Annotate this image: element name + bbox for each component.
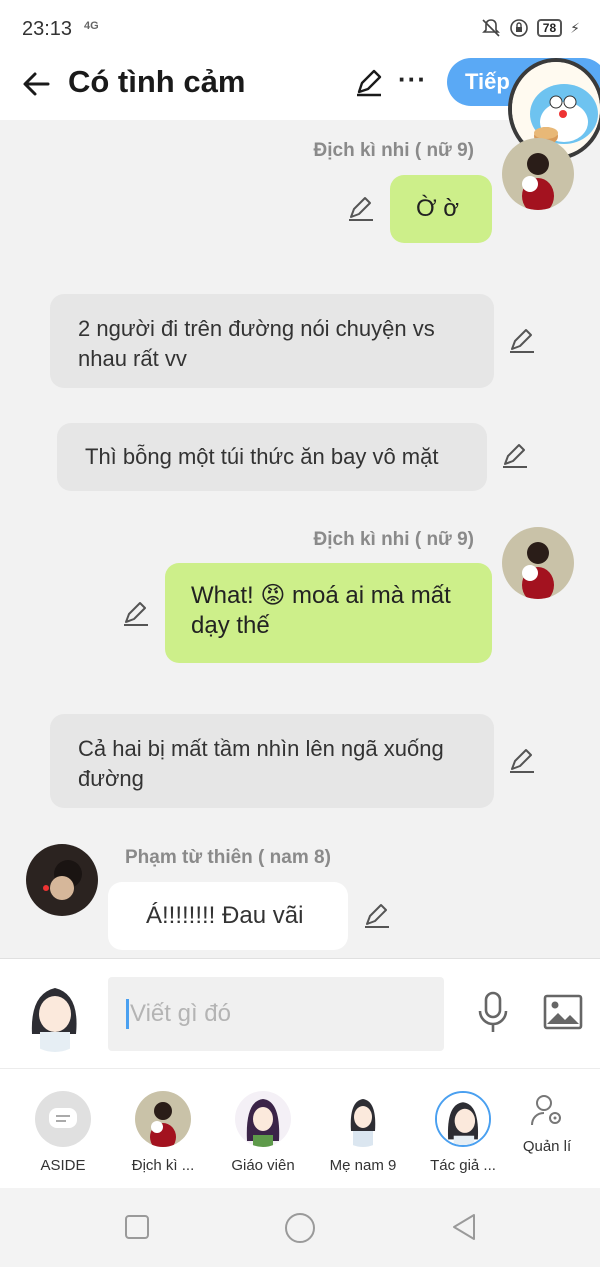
avatar-image <box>18 974 92 1052</box>
character-label: Tác giả ... <box>430 1157 496 1174</box>
status-bar: 23:13 4G 78 ⚡ <box>0 0 600 58</box>
edit-message-icon[interactable] <box>508 747 536 775</box>
avatar-pham-tu-thien[interactable] <box>26 844 98 916</box>
character-label: Giáo viên <box>231 1157 295 1174</box>
avatar-image <box>502 527 574 599</box>
more-options-icon[interactable]: ··· <box>398 64 427 95</box>
character-label: Mẹ nam 9 <box>329 1157 397 1174</box>
microphone-icon[interactable] <box>476 991 510 1035</box>
avatar-dich-ki-nhi[interactable] <box>502 138 574 210</box>
narration-text: Thì bỗng một túi thức ăn bay vô mặt <box>85 444 439 469</box>
input-placeholder: Viết gì đó <box>130 1000 231 1027</box>
mute-bell-icon <box>481 19 500 37</box>
manage-characters-button[interactable]: Quản lí <box>515 1093 579 1155</box>
input-bar: Viết gì đó <box>0 958 600 1068</box>
back-nav-icon[interactable] <box>450 1212 478 1242</box>
lock-rotation-icon <box>509 19 528 37</box>
message-bubble[interactable]: Ờ ờ <box>390 175 492 243</box>
character-avatar <box>135 1091 191 1147</box>
sender-name: Địch kì nhi ( nữ 9) <box>313 140 475 161</box>
status-time: 23:13 <box>22 18 73 40</box>
edit-message-icon[interactable] <box>347 195 375 223</box>
person-settings-icon <box>531 1095 561 1126</box>
message-bubble[interactable]: What! 😡 moá ai mà mất dạy thế <box>165 563 492 663</box>
character-giao-vien[interactable]: Giáo viên <box>213 1091 313 1174</box>
edit-message-icon[interactable] <box>501 442 529 470</box>
recent-apps-icon[interactable] <box>124 1214 150 1240</box>
character-selector: ASIDE Địch kì ... Giáo viên Mẹ nam 9 Tác… <box>0 1068 600 1188</box>
current-character-avatar[interactable] <box>18 974 92 1052</box>
aside-avatar <box>35 1091 91 1147</box>
system-nav-bar <box>0 1188 600 1267</box>
text-caret <box>126 999 129 1029</box>
edit-message-icon[interactable] <box>363 902 391 930</box>
character-me-nam-9[interactable]: Mẹ nam 9 <box>313 1091 413 1174</box>
character-aside[interactable]: ASIDE <box>13 1091 113 1174</box>
page-title: Có tình cảm <box>68 64 246 99</box>
character-label: Địch kì ... <box>131 1157 195 1174</box>
narration-text: Cả hai bị mất tầm nhìn lên ngã xuống đườ… <box>78 736 444 791</box>
narration-bubble[interactable]: Thì bỗng một túi thức ăn bay vô mặt <box>57 423 487 491</box>
character-avatar <box>235 1091 291 1147</box>
character-avatar <box>435 1091 491 1147</box>
avatar-image <box>502 138 574 210</box>
message-bubble[interactable]: Á!!!!!!!! Đau vãi <box>108 882 348 950</box>
back-arrow-icon[interactable] <box>18 66 54 102</box>
chat-bubble-icon <box>49 1108 77 1128</box>
character-dich-ki-nhi[interactable]: Địch kì ... <box>113 1091 213 1174</box>
message-input[interactable]: Viết gì đó <box>108 977 444 1051</box>
avatar-image <box>26 844 98 916</box>
character-tac-gia[interactable]: Tác giả ... <box>413 1091 513 1174</box>
character-label: ASIDE <box>40 1157 86 1174</box>
narration-bubble[interactable]: Cả hai bị mất tầm nhìn lên ngã xuống đườ… <box>50 714 494 808</box>
network-indicator: 4G <box>84 20 99 32</box>
character-avatar <box>335 1091 391 1147</box>
battery-indicator: 78 <box>536 19 563 37</box>
narration-bubble[interactable]: 2 người đi trên đường nói chuyện vs nhau… <box>50 294 494 388</box>
image-icon[interactable] <box>543 994 583 1030</box>
edit-message-icon[interactable] <box>508 327 536 355</box>
sender-name: Phạm từ thiên ( nam 8) <box>125 847 331 868</box>
edit-message-icon[interactable] <box>122 600 150 628</box>
home-icon[interactable] <box>284 1212 316 1244</box>
charging-icon: ⚡ <box>570 19 580 36</box>
status-icons: 78 ⚡ <box>481 18 580 38</box>
edit-title-icon[interactable] <box>354 68 384 98</box>
avatar-dich-ki-nhi[interactable] <box>502 527 574 599</box>
sender-name: Địch kì nhi ( nữ 9) <box>313 529 475 550</box>
narration-text: 2 người đi trên đường nói chuyện vs nhau… <box>78 316 435 371</box>
manage-label: Quản lí <box>522 1138 572 1155</box>
